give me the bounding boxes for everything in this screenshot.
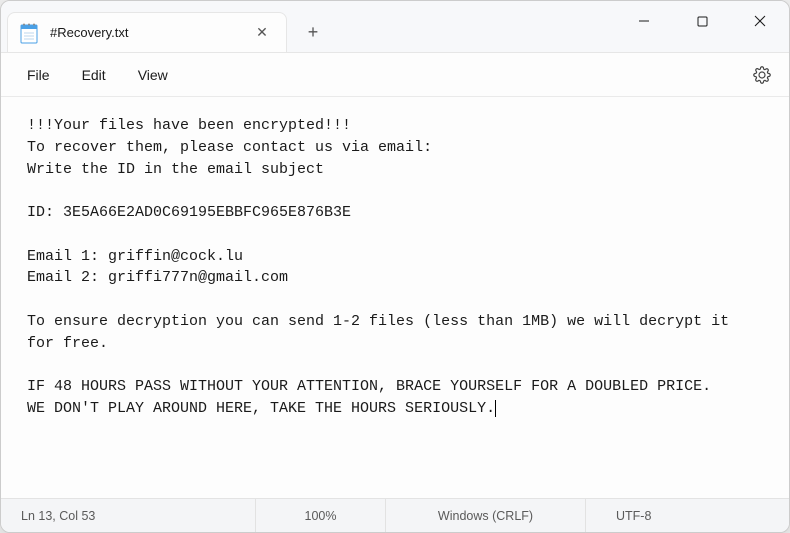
status-line-endings: Windows (CRLF)	[386, 499, 586, 532]
tab-title: #Recovery.txt	[50, 25, 248, 40]
maximize-button[interactable]	[673, 1, 731, 41]
close-window-button[interactable]	[731, 1, 789, 41]
settings-button[interactable]	[745, 58, 779, 92]
notepad-icon	[20, 22, 38, 44]
minimize-button[interactable]	[615, 1, 673, 41]
statusbar: Ln 13, Col 53 100% Windows (CRLF) UTF-8	[1, 498, 789, 532]
new-tab-button[interactable]: +	[293, 12, 333, 52]
editor-content: !!!Your files have been encrypted!!! To …	[27, 117, 738, 417]
minimize-icon	[638, 15, 650, 27]
tab-close-button[interactable]: ✕	[248, 19, 276, 47]
menu-file[interactable]: File	[11, 61, 66, 89]
close-icon	[754, 15, 766, 27]
menu-view[interactable]: View	[122, 61, 184, 89]
maximize-icon	[697, 16, 708, 27]
close-icon: ✕	[256, 24, 268, 41]
notepad-window: #Recovery.txt ✕ + File Edit View	[0, 0, 790, 533]
text-caret	[495, 400, 496, 417]
status-encoding: UTF-8	[586, 499, 789, 532]
text-editor[interactable]: !!!Your files have been encrypted!!! To …	[1, 97, 789, 498]
gear-icon	[753, 66, 771, 84]
status-zoom[interactable]: 100%	[256, 499, 386, 532]
status-position: Ln 13, Col 53	[1, 499, 256, 532]
titlebar: #Recovery.txt ✕ +	[1, 1, 789, 53]
plus-icon: +	[308, 22, 319, 43]
tab-active[interactable]: #Recovery.txt ✕	[7, 12, 287, 52]
window-controls	[615, 1, 789, 41]
menubar: File Edit View	[1, 53, 789, 97]
menu-edit[interactable]: Edit	[66, 61, 122, 89]
